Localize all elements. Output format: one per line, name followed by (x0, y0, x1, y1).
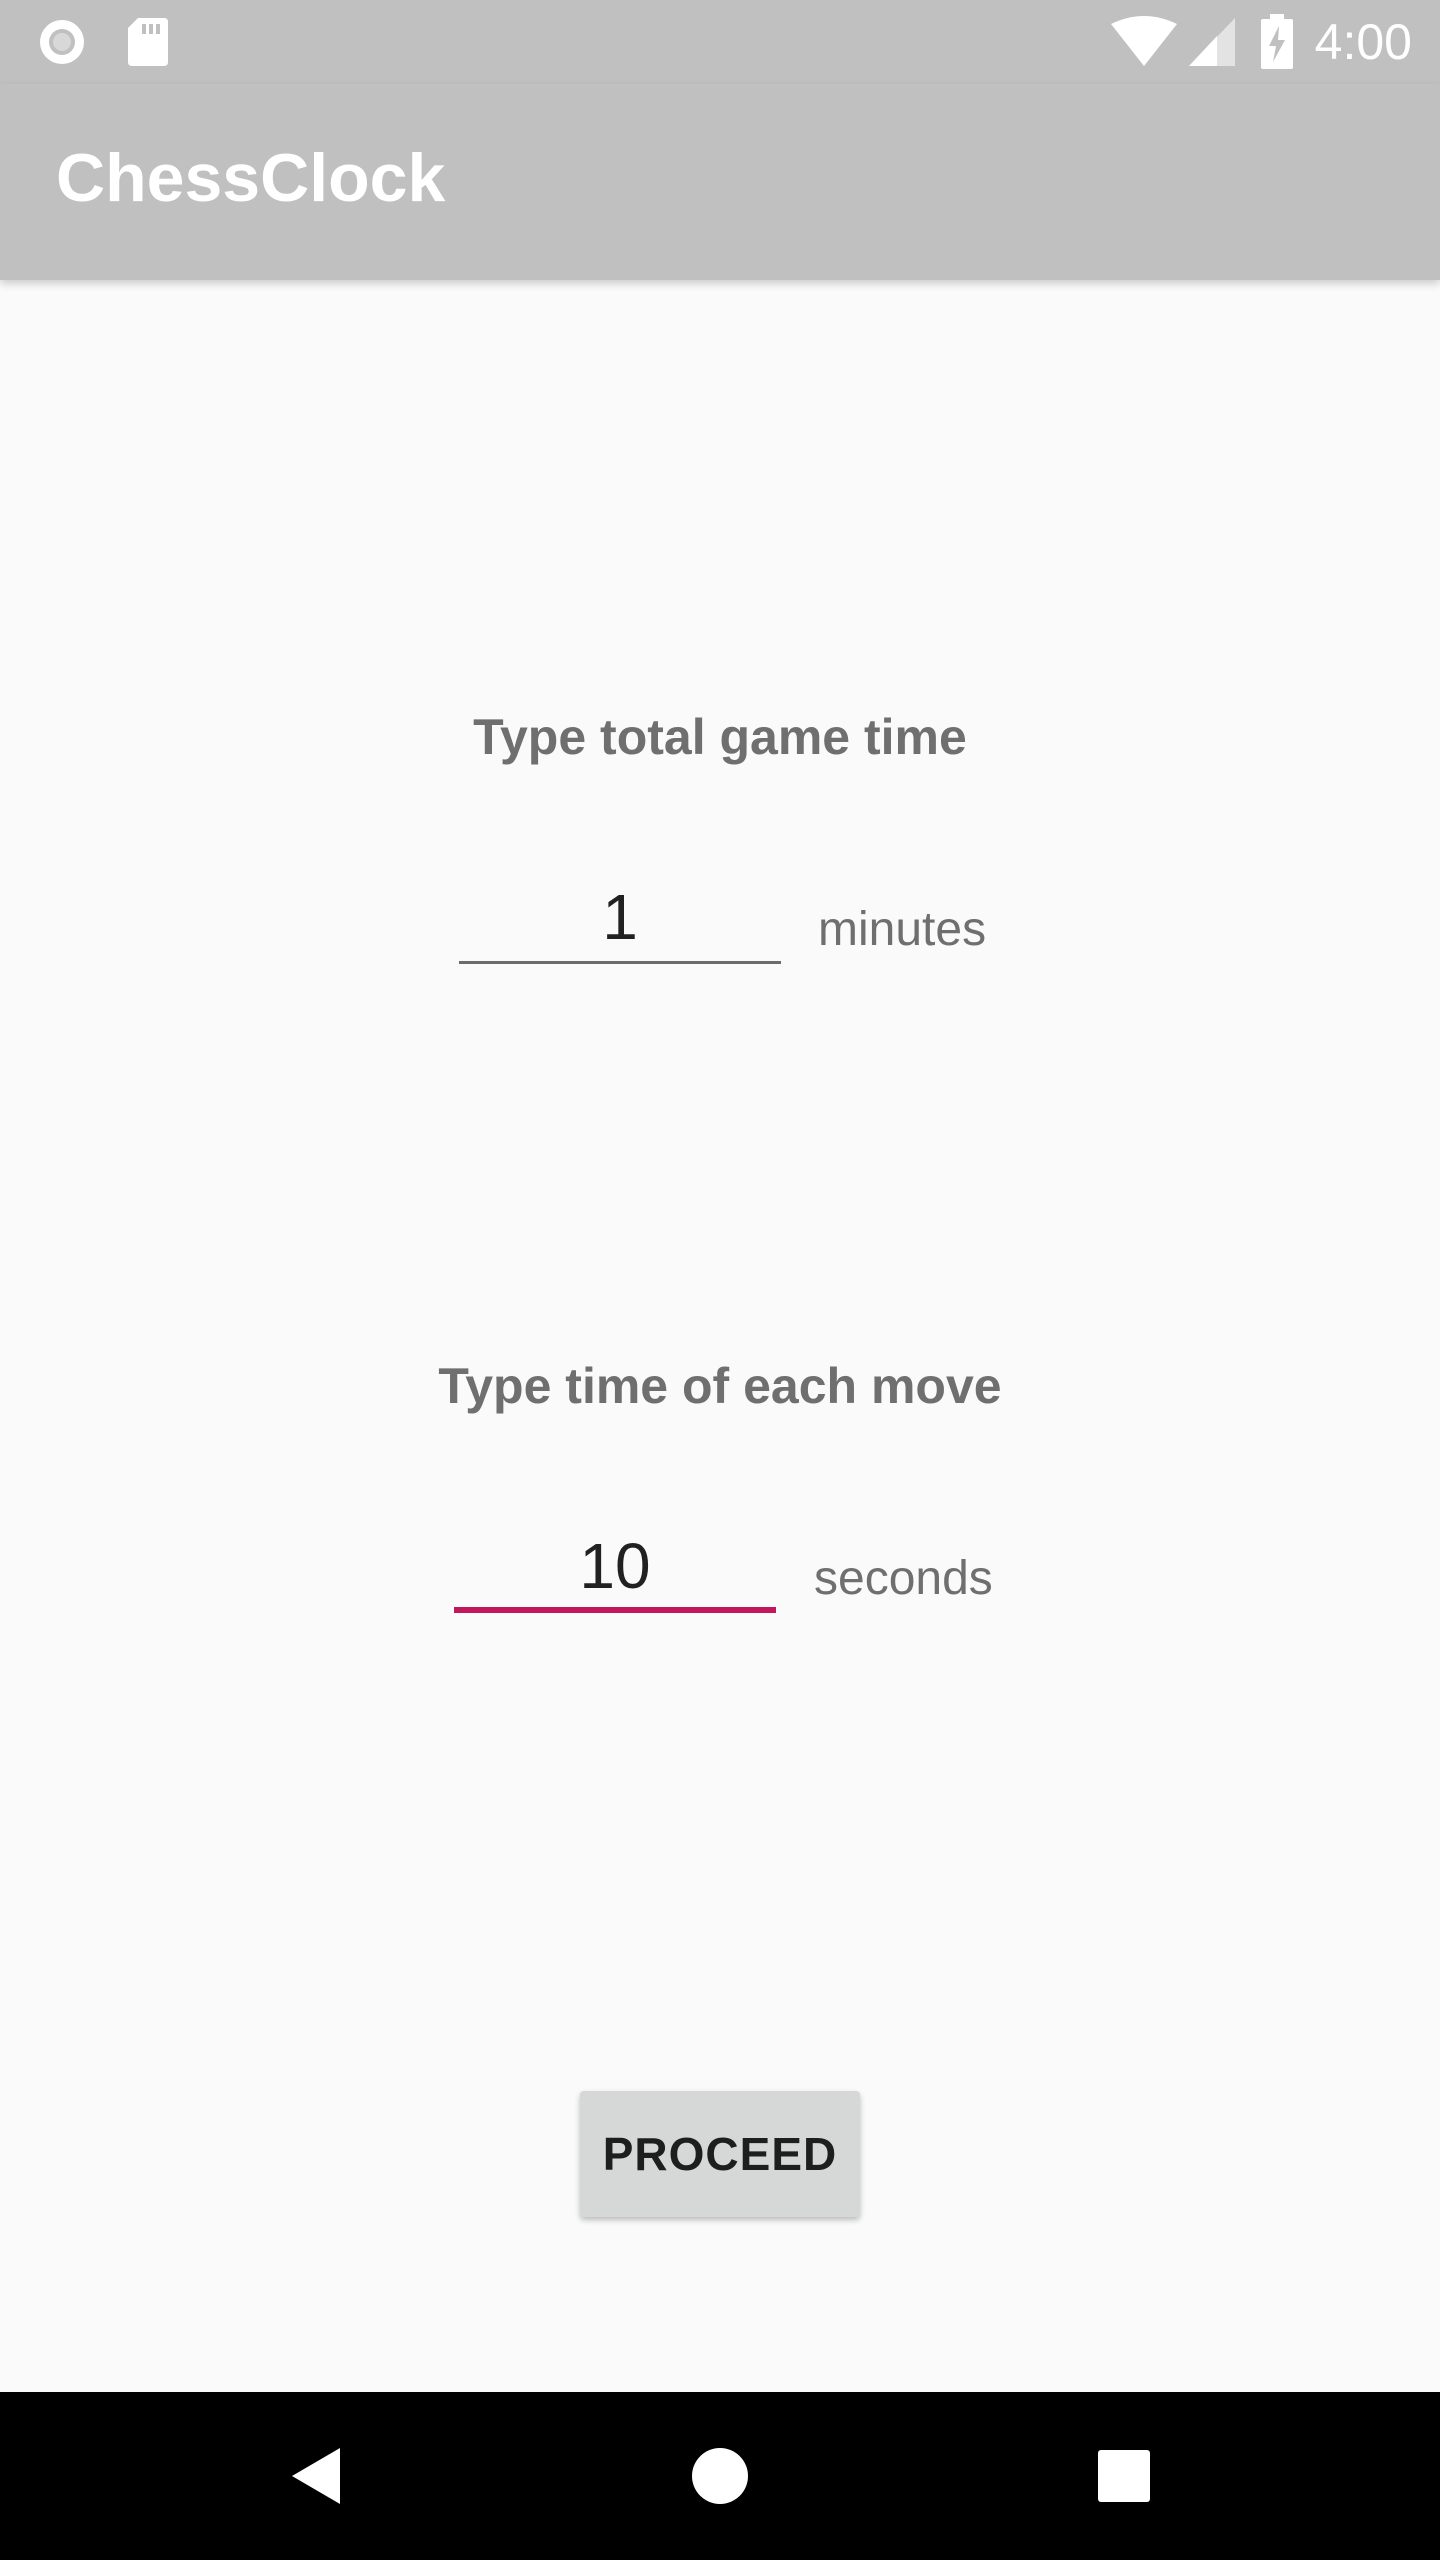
status-time: 4:00 (1314, 14, 1412, 70)
status-bar-left (36, 16, 170, 68)
status-bar-right: 4:00 (1110, 12, 1412, 72)
app-title: ChessClock (56, 140, 446, 216)
total-time-input[interactable] (459, 874, 781, 960)
recents-icon (1098, 2450, 1150, 2502)
navigation-bar (0, 2392, 1440, 2560)
move-time-underline-focused (454, 1607, 776, 1613)
cell-signal-icon (1188, 18, 1235, 66)
back-icon (292, 2448, 340, 2504)
total-time-underline (459, 961, 781, 964)
minutes-unit-label: minutes (818, 903, 987, 956)
total-time-field[interactable] (459, 874, 781, 964)
recents-button[interactable] (1074, 2426, 1174, 2526)
total-time-label: Type total game time (473, 709, 967, 765)
seconds-unit-label: seconds (814, 1552, 993, 1605)
proceed-button[interactable]: PROCEED (580, 2091, 860, 2217)
wifi-icon (1110, 16, 1177, 66)
move-time-field[interactable] (454, 1523, 776, 1613)
home-icon (692, 2448, 748, 2504)
record-icon (40, 20, 84, 64)
sd-card-icon (128, 18, 168, 66)
back-button[interactable] (266, 2426, 366, 2526)
status-bar: 4:00 (0, 0, 1440, 84)
move-time-label: Type time of each move (438, 1358, 1002, 1414)
battery-charging-icon (1260, 14, 1293, 69)
move-time-input[interactable] (454, 1523, 776, 1609)
app-bar: ChessClock (0, 84, 1440, 280)
main-content: Type total game time minutes Type time o… (0, 280, 1440, 2392)
home-button[interactable] (670, 2426, 770, 2526)
